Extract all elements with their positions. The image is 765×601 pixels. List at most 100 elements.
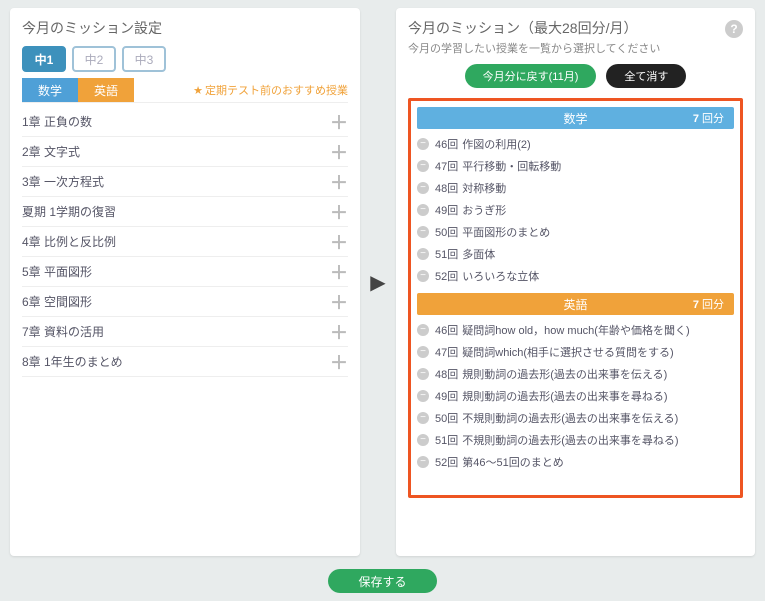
lesson-num: 52回 (435, 454, 458, 470)
lesson-name: 疑問詞how old，how much(年齢や価格を聞く) (462, 322, 689, 338)
chapter-row[interactable]: 7章 資料の活用 ＋ (22, 317, 348, 347)
chapter-list: 1章 正負の数 ＋ 2章 文字式 ＋ 3章 一次方程式 ＋ 夏期 1学期の復習 ＋ 4章… (22, 107, 348, 377)
lesson-name: 第46〜51回のまとめ (462, 454, 563, 470)
minus-icon[interactable]: − (417, 412, 429, 424)
subject-tab-english[interactable]: 英語 (78, 78, 134, 102)
english-count-u: 回分 (699, 299, 724, 311)
math-section-label: 数学 (563, 110, 587, 127)
lesson-row: −51回多面体 (417, 243, 734, 265)
minus-icon[interactable]: − (417, 138, 429, 150)
plus-icon[interactable]: ＋ (330, 289, 348, 315)
chapter-label: 8章 1年生のまとめ (22, 353, 123, 370)
chapter-label: 5章 平面図形 (22, 263, 92, 280)
minus-icon[interactable]: − (417, 226, 429, 238)
lesson-num: 48回 (435, 180, 458, 196)
recommend-label: 定期テスト前のおすすめ授業 (205, 85, 348, 97)
lesson-num: 49回 (435, 388, 458, 404)
lesson-num: 48回 (435, 366, 458, 382)
english-section-header: 英語 7 回分 (417, 293, 734, 315)
lesson-row: −52回第46〜51回のまとめ (417, 451, 734, 473)
mission-title: 今月のミッション（最大28回分/月） (408, 18, 637, 38)
plus-icon[interactable]: ＋ (330, 259, 348, 285)
lesson-num: 47回 (435, 344, 458, 360)
save-button[interactable]: 保存する (328, 569, 436, 593)
lesson-num: 46回 (435, 322, 458, 338)
chapter-row[interactable]: 5章 平面図形 ＋ (22, 257, 348, 287)
chapter-row[interactable]: 1章 正負の数 ＋ (22, 107, 348, 137)
plus-icon[interactable]: ＋ (330, 229, 348, 255)
minus-icon[interactable]: − (417, 456, 429, 468)
lesson-row: −50回不規則動詞の過去形(過去の出来事を伝える) (417, 407, 734, 429)
lesson-row: −48回対称移動 (417, 177, 734, 199)
plus-icon[interactable]: ＋ (330, 169, 348, 195)
chapter-label: 1章 正負の数 (22, 113, 92, 130)
minus-icon[interactable]: − (417, 434, 429, 446)
lesson-name: いろいろな立体 (462, 268, 539, 284)
chapter-label: 夏期 1学期の復習 (22, 203, 116, 220)
english-section-label: 英語 (563, 296, 587, 313)
lesson-row: −50回平面図形のまとめ (417, 221, 734, 243)
lesson-name: おうぎ形 (462, 202, 506, 218)
lesson-name: 疑問詞which(相手に選択させる質問をする) (462, 344, 673, 360)
grade-tabs: 中1 中2 中3 (22, 46, 348, 72)
lesson-num: 49回 (435, 202, 458, 218)
chapter-row[interactable]: 6章 空間図形 ＋ (22, 287, 348, 317)
minus-icon[interactable]: − (417, 204, 429, 216)
lesson-name: 規則動詞の過去形(過去の出来事を伝える) (462, 366, 667, 382)
chapter-label: 6章 空間図形 (22, 293, 92, 310)
lesson-num: 47回 (435, 158, 458, 174)
minus-icon[interactable]: − (417, 270, 429, 282)
subject-tab-math[interactable]: 数学 (22, 78, 78, 102)
plus-icon[interactable]: ＋ (330, 139, 348, 165)
arrow-col: ▶ (370, 8, 386, 556)
minus-icon[interactable]: − (417, 390, 429, 402)
plus-icon[interactable]: ＋ (330, 109, 348, 135)
plus-icon[interactable]: ＋ (330, 199, 348, 225)
lesson-name: 平面図形のまとめ (462, 224, 550, 240)
math-count-u: 回分 (699, 113, 724, 125)
star-icon: ★ (193, 85, 203, 97)
lesson-row: −46回疑問詞how old，how much(年齢や価格を聞く) (417, 319, 734, 341)
lesson-row: −48回規則動詞の過去形(過去の出来事を伝える) (417, 363, 734, 385)
minus-icon[interactable]: − (417, 182, 429, 194)
chapter-label: 7章 資料の活用 (22, 323, 104, 340)
plus-icon[interactable]: ＋ (330, 349, 348, 375)
lesson-row: −46回作図の利用(2) (417, 133, 734, 155)
lesson-name: 作図の利用(2) (462, 136, 530, 152)
chapter-row[interactable]: 夏期 1学期の復習 ＋ (22, 197, 348, 227)
chapter-label: 4章 比例と反比例 (22, 233, 116, 250)
mission-subdesc: 今月の学習したい授業を一覧から選択してください (408, 40, 743, 56)
lesson-row: −51回不規則動詞の過去形(過去の出来事を尋ねる) (417, 429, 734, 451)
math-section-header: 数学 7 回分 (417, 107, 734, 129)
grade-tab-2[interactable]: 中2 (72, 46, 116, 72)
minus-icon[interactable]: − (417, 160, 429, 172)
minus-icon[interactable]: − (417, 248, 429, 260)
chapter-row[interactable]: 4章 比例と反比例 ＋ (22, 227, 348, 257)
lesson-num: 50回 (435, 224, 458, 240)
clear-all-button[interactable]: 全て消す (606, 64, 686, 88)
reset-month-button[interactable]: 今月分に戻す(11月) (465, 64, 597, 88)
page-title: 今月のミッション設定 (22, 18, 348, 38)
grade-tab-3[interactable]: 中3 (122, 46, 166, 72)
minus-icon[interactable]: − (417, 346, 429, 358)
chapter-row[interactable]: 3章 一次方程式 ＋ (22, 167, 348, 197)
lesson-row: −49回おうぎ形 (417, 199, 734, 221)
lesson-name: 平行移動・回転移動 (462, 158, 561, 174)
grade-tab-1[interactable]: 中1 (22, 46, 66, 72)
help-icon[interactable]: ? (725, 20, 743, 38)
lesson-name: 多面体 (462, 246, 495, 262)
minus-icon[interactable]: − (417, 324, 429, 336)
chapter-label: 3章 一次方程式 (22, 173, 104, 190)
chapter-row[interactable]: 8章 1年生のまとめ ＋ (22, 347, 348, 377)
recommend-link[interactable]: ★定期テスト前のおすすめ授業 (134, 82, 348, 98)
minus-icon[interactable]: − (417, 368, 429, 380)
chapter-row[interactable]: 2章 文字式 ＋ (22, 137, 348, 167)
plus-icon[interactable]: ＋ (330, 319, 348, 345)
lesson-row: −47回疑問詞which(相手に選択させる質問をする) (417, 341, 734, 363)
chapter-label: 2章 文字式 (22, 143, 80, 160)
lesson-row: −49回規則動詞の過去形(過去の出来事を尋ねる) (417, 385, 734, 407)
lesson-name: 対称移動 (462, 180, 506, 196)
lesson-name: 規則動詞の過去形(過去の出来事を尋ねる) (462, 388, 667, 404)
lesson-row: −47回平行移動・回転移動 (417, 155, 734, 177)
lesson-num: 52回 (435, 268, 458, 284)
